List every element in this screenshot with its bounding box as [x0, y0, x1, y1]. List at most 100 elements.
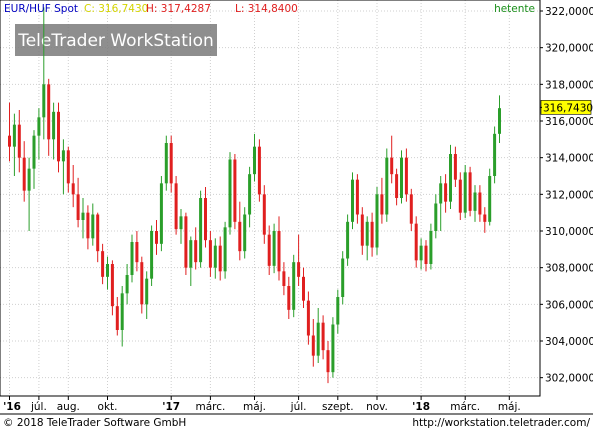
- x-tick-label: aug.: [57, 401, 80, 413]
- candle-body: [204, 198, 207, 241]
- candle-body: [110, 264, 114, 307]
- candle-body: [458, 179, 462, 213]
- candle-body: [282, 271, 286, 286]
- candle-body: [419, 245, 423, 261]
- candle-body: [351, 179, 354, 222]
- y-tick-label: 302,0000: [545, 373, 593, 385]
- candle: [272, 223, 276, 274]
- candle-body: [17, 124, 21, 158]
- candle-body: [267, 234, 271, 266]
- candle-body: [424, 245, 428, 264]
- candle-body: [248, 174, 252, 215]
- candle-body: [449, 154, 452, 202]
- watermark-text: TeleTrader WorkStation: [17, 31, 214, 51]
- candle-body: [42, 84, 46, 118]
- candle-body: [493, 133, 497, 176]
- candle-body: [439, 183, 443, 204]
- x-tick-label: okt.: [98, 401, 118, 413]
- candle-body: [66, 150, 70, 184]
- candle-body: [27, 168, 31, 191]
- candle-body: [287, 286, 291, 310]
- last-price-label: 316,7430: [543, 102, 593, 114]
- candle-body: [498, 108, 501, 134]
- candle: [184, 212, 188, 275]
- candle-body: [365, 221, 369, 246]
- copyright-text: © 2018 TeleTrader Software GmbH: [3, 417, 186, 429]
- candle-body: [223, 227, 227, 272]
- candle-body: [360, 214, 364, 246]
- candle: [341, 251, 345, 305]
- candle-body: [297, 262, 301, 277]
- candle-body: [101, 251, 105, 277]
- candle-body: [194, 240, 198, 263]
- candle: [331, 317, 335, 378]
- candle-body: [302, 276, 305, 301]
- candle-body: [115, 306, 119, 330]
- candle-body: [277, 231, 281, 272]
- y-tick-label: 314,0000: [545, 153, 593, 165]
- candle-body: [208, 240, 212, 268]
- chart-window: TeleTrader WorkStation 302,0000 304,0000 3…: [0, 0, 593, 431]
- candle-body: [336, 297, 340, 325]
- candle: [346, 214, 350, 266]
- candle-body: [233, 159, 237, 222]
- candle-body: [257, 146, 261, 195]
- candle: [233, 154, 237, 230]
- candle-body: [8, 135, 11, 147]
- candle-body: [140, 262, 144, 305]
- y-tick-label: 312,0000: [545, 189, 593, 201]
- candle-body: [253, 146, 256, 175]
- y-tick-label: 310,0000: [545, 226, 593, 238]
- low-value: L: 314,8400: [235, 3, 298, 15]
- candle-body: [380, 194, 384, 215]
- candle-body: [174, 183, 178, 230]
- candle-body: [81, 212, 85, 220]
- x-tick-label: nov.: [366, 401, 388, 413]
- candle-body: [145, 278, 149, 305]
- candle-body: [76, 194, 80, 220]
- candle-body: [292, 262, 296, 310]
- x-tick-label: szept.: [322, 401, 354, 413]
- candle-body: [238, 221, 242, 252]
- candle-body: [468, 172, 472, 211]
- candle: [385, 148, 389, 222]
- candle: [243, 207, 247, 259]
- candle-body: [71, 183, 75, 195]
- candle-body: [159, 183, 163, 244]
- source-url[interactable]: http://workstation.teletrader.com/: [412, 417, 590, 429]
- candle: [351, 172, 354, 230]
- candle-body: [478, 192, 482, 215]
- candle-body: [341, 258, 345, 297]
- candle-body: [199, 198, 203, 263]
- period-label[interactable]: hetente: [494, 3, 535, 15]
- candle-body: [453, 154, 457, 180]
- candle: [150, 225, 154, 286]
- candle-body: [444, 183, 448, 202]
- candle-body: [52, 111, 56, 140]
- candle-body: [311, 335, 315, 356]
- watermark: TeleTrader WorkStation: [15, 24, 217, 56]
- last-price-marker: 316,7430: [540, 100, 593, 115]
- candle-body: [400, 157, 403, 198]
- high-value: H: 317,4287: [146, 3, 211, 15]
- candle-body: [434, 203, 438, 231]
- candle-body: [96, 214, 100, 252]
- candle-body: [91, 214, 95, 239]
- y-tick-label: 304,0000: [545, 336, 593, 348]
- candle-body: [130, 242, 134, 275]
- candle: [488, 168, 492, 226]
- candle-body: [155, 231, 158, 244]
- candle-body: [37, 117, 41, 136]
- candle: [257, 139, 261, 202]
- y-tick-label: 318,0000: [545, 79, 593, 91]
- candlestick-chart[interactable]: TeleTrader WorkStation 302,0000 304,0000 3…: [0, 0, 593, 431]
- candle-body: [414, 223, 418, 261]
- candle-body: [169, 143, 173, 184]
- x-tick-label: júl.: [30, 401, 47, 413]
- x-tick-label: márc.: [450, 401, 480, 413]
- candle-body: [272, 231, 276, 266]
- candle-body: [47, 84, 51, 140]
- y-tick-label: 308,0000: [545, 263, 593, 275]
- candle: [199, 190, 203, 268]
- candle: [449, 144, 452, 209]
